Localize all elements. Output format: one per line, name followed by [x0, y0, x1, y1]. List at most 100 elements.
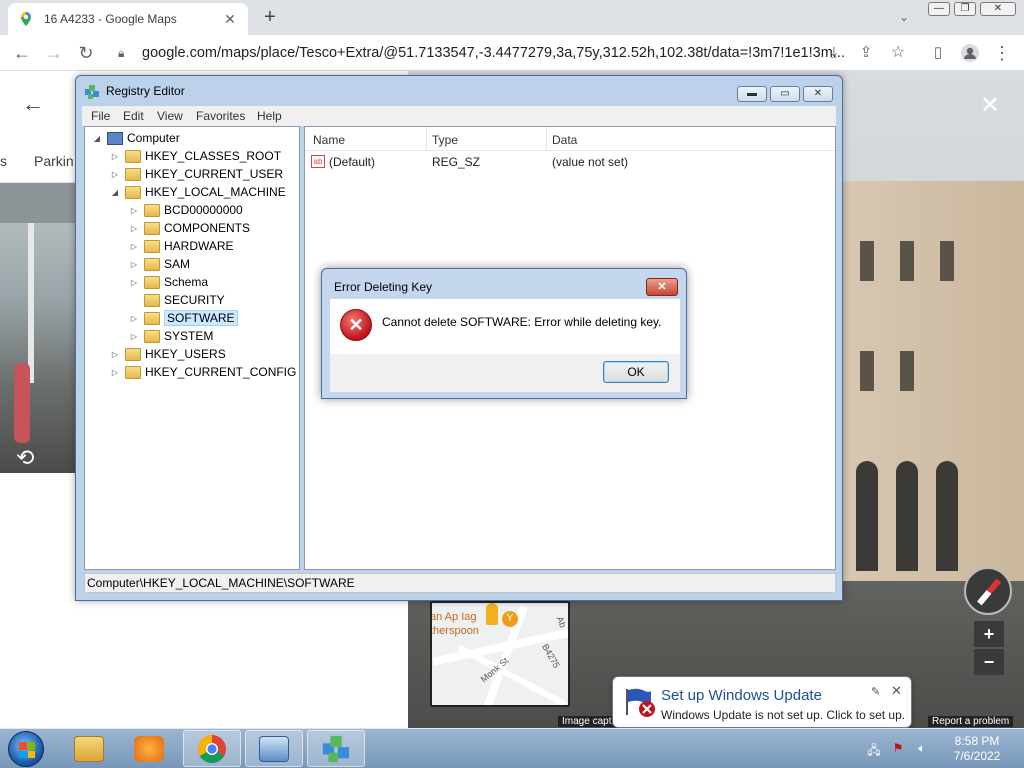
regedit-minimize-button[interactable]: ▬: [737, 86, 767, 102]
maps-back-arrow-icon[interactable]: ←: [22, 91, 44, 117]
address-url[interactable]: google.com/maps/place/Tesco+Extra/@51.71…: [142, 45, 920, 61]
tree-item-hardware[interactable]: ▷ HARDWARE: [128, 237, 234, 255]
taskbar-clock[interactable]: 8:58 PM 7/6/2022: [942, 734, 1012, 764]
network-icon[interactable]: 🖧︎: [866, 741, 882, 757]
tree-item-hkcu[interactable]: ▷ HKEY_CURRENT_USER: [109, 165, 283, 183]
tree-item-hklm[interactable]: ◢ HKEY_LOCAL_MACHINE: [109, 183, 286, 201]
chrome-menu-icon[interactable]: ⋮: [990, 41, 1014, 65]
zoom-out-button[interactable]: −: [974, 649, 1004, 675]
tree-item-hkcr[interactable]: ▷ HKEY_CLASSES_ROOT: [109, 147, 281, 165]
regedit-titlebar[interactable]: Registry Editor: [76, 76, 842, 106]
error-dialog-footer: OK: [330, 354, 680, 392]
tree-item-schema[interactable]: ▷ Schema: [128, 273, 208, 291]
tree-item-system[interactable]: ▷ SYSTEM: [128, 327, 213, 345]
share-icon[interactable]: ⇪: [854, 41, 878, 65]
column-header-type[interactable]: Type: [432, 133, 458, 147]
forward-arrow-icon[interactable]: →: [42, 41, 66, 65]
action-center-flag-icon[interactable]: ⚑: [890, 741, 906, 757]
tree-item-bcd[interactable]: ▷ BCD00000000: [128, 201, 243, 219]
regedit-maximize-button[interactable]: ▭: [770, 86, 800, 102]
start-button[interactable]: [8, 731, 44, 767]
place-photo[interactable]: ⟲: [0, 183, 76, 473]
tab-close-icon[interactable]: ✕: [222, 11, 238, 27]
tree-item-security[interactable]: SECURITY: [128, 291, 225, 309]
windows-update-notification[interactable]: Set up Windows Update Windows Update is …: [612, 676, 912, 728]
address-bar[interactable]: 🔒︎ google.com/maps/place/Tesco+Extra/@51…: [108, 39, 920, 67]
bookmark-star-icon[interactable]: ☆: [886, 41, 910, 65]
registry-tree[interactable]: ◢ Computer ▷ HKEY_CLASSES_ROOT ▷ HKEY_CURRE…: [84, 126, 300, 570]
expand-arrow-icon[interactable]: ▷: [128, 314, 140, 323]
folder-icon: [144, 221, 160, 235]
window-minimize-button[interactable]: —: [928, 2, 950, 16]
expand-arrow-icon[interactable]: ▷: [109, 350, 121, 359]
computer-icon: [107, 131, 123, 145]
tab-search-chevron-icon[interactable]: ⌄: [895, 10, 913, 24]
menu-edit[interactable]: Edit: [123, 109, 144, 123]
menu-help[interactable]: Help: [257, 109, 282, 123]
windows-update-flag-icon: [626, 688, 655, 717]
tree-item-components[interactable]: ▷ COMPONENTS: [128, 219, 250, 237]
tree-item-computer[interactable]: ◢ Computer: [91, 129, 180, 147]
regedit-statusbar: Computer\HKEY_LOCAL_MACHINE\SOFTWARE: [84, 573, 836, 593]
value-row[interactable]: ab (Default) REG_SZ (value not set): [305, 153, 835, 171]
expand-arrow-icon[interactable]: ▷: [128, 332, 140, 341]
column-header-data[interactable]: Data: [552, 133, 577, 147]
tab-title: 16 A4233 - Google Maps: [44, 12, 177, 26]
new-tab-button[interactable]: +: [258, 6, 282, 30]
expand-arrow-icon[interactable]: ▷: [109, 170, 121, 179]
taskbar-explorer[interactable]: [60, 730, 118, 767]
expand-arrow-icon[interactable]: ▷: [128, 278, 140, 287]
volume-icon[interactable]: 🔈︎: [914, 741, 930, 757]
tree-item-sam[interactable]: ▷ SAM: [128, 255, 190, 273]
minimap[interactable]: Y an Ap Iag therspoon Monk St B4275 Ab: [430, 601, 570, 707]
reload-icon[interactable]: ↻: [74, 41, 98, 65]
expand-arrow-icon[interactable]: ▷: [128, 224, 140, 233]
profile-avatar-icon[interactable]: [958, 41, 982, 65]
maps-tab-partial[interactable]: s: [0, 153, 7, 169]
back-arrow-icon[interactable]: ←: [10, 41, 34, 65]
install-app-icon[interactable]: ⤓: [822, 41, 846, 65]
taskbar-control-panel[interactable]: [245, 730, 303, 767]
menu-view[interactable]: View: [157, 109, 183, 123]
maps-tab-parking[interactable]: Parkin: [34, 153, 74, 169]
tree-item-hku[interactable]: ▷ HKEY_USERS: [109, 345, 226, 363]
browser-tab[interactable]: 16 A4233 - Google Maps ✕: [8, 3, 248, 35]
expand-arrow-icon[interactable]: ▷: [128, 260, 140, 269]
google-maps-icon: [21, 12, 31, 26]
zoom-in-button[interactable]: +: [974, 621, 1004, 647]
notification-close-icon[interactable]: ✕: [891, 683, 902, 699]
side-panel-icon[interactable]: ▯: [926, 41, 950, 65]
collapse-arrow-icon[interactable]: ◢: [91, 134, 103, 143]
folder-icon: [144, 329, 160, 343]
expand-arrow-icon[interactable]: ▷: [109, 368, 121, 377]
folder-icon: [144, 257, 160, 271]
expand-arrow-icon[interactable]: ▷: [109, 152, 121, 161]
expand-arrow-icon[interactable]: ▷: [128, 206, 140, 215]
notification-options-icon[interactable]: ✎: [871, 685, 880, 698]
taskbar-registry-editor[interactable]: [307, 730, 365, 767]
registry-editor-icon: [85, 85, 99, 99]
expand-arrow-icon[interactable]: ▷: [128, 242, 140, 251]
report-problem-link[interactable]: Report a problem: [928, 716, 1014, 727]
taskbar-media-player[interactable]: [120, 730, 178, 767]
street-view-close-icon[interactable]: ✕: [980, 91, 1000, 120]
menu-file[interactable]: File: [91, 109, 110, 123]
menu-favorites[interactable]: Favorites: [196, 109, 245, 123]
registry-editor-icon: [322, 735, 350, 762]
tree-item-software[interactable]: ▷ SOFTWARE: [128, 309, 238, 327]
regedit-close-button[interactable]: ✕: [803, 86, 833, 102]
window-close-button[interactable]: ✕: [980, 2, 1016, 16]
tree-item-hkcc[interactable]: ▷ HKEY_CURRENT_CONFIG: [109, 363, 296, 381]
minimap-street-label: B4275: [540, 642, 562, 670]
collapse-arrow-icon[interactable]: ◢: [109, 188, 121, 197]
taskbar-chrome[interactable]: [183, 730, 241, 767]
error-message: Cannot delete SOFTWARE: Error while dele…: [382, 315, 662, 329]
windows-taskbar: 🖧︎ ⚑ 🔈︎ 8:58 PM 7/6/2022: [0, 728, 1024, 768]
compass-icon[interactable]: [964, 567, 1012, 615]
error-dialog-close-button[interactable]: ✕: [646, 278, 678, 296]
folder-icon: [125, 167, 141, 181]
window-restore-button[interactable]: ❐: [954, 2, 976, 16]
chrome-icon: [198, 734, 226, 763]
ok-button[interactable]: OK: [603, 361, 669, 383]
column-header-name[interactable]: Name: [313, 133, 345, 147]
